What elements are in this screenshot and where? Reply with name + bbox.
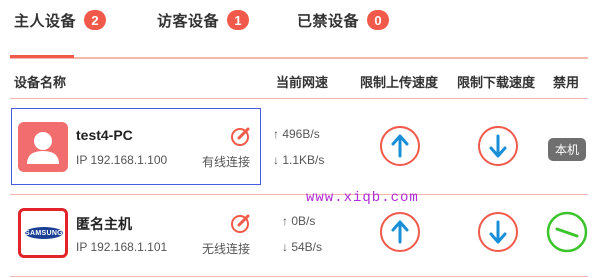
tab-count-badge: 1 [227,10,250,30]
device-connection-type: 无线连接 [202,242,251,256]
row-divider [10,194,588,195]
tab-owner-devices[interactable]: 主人设备 2 [14,8,107,32]
watermark: www.xiqb.com [306,190,419,206]
upload-limit-button[interactable] [379,125,421,167]
tab-count-badge: 0 [367,10,390,30]
tab-label: 访客设备 [157,12,220,30]
samsung-logo: SAMSUNG [25,227,63,239]
device-tabs: 主人设备 2 访客设备 1 已禁设备 0 [0,0,610,59]
edit-icon[interactable] [230,212,252,234]
column-header-download-limit: 限制下载速度 [457,75,536,90]
tabs-divider [10,57,588,59]
tab-count-badge: 2 [84,10,107,30]
row-divider [10,276,588,277]
tab-label: 已禁设备 [297,12,360,30]
upload-speed: ↑ 496B/s [273,127,320,141]
device-name: 匿名主机 [76,216,132,232]
device-ip: IP 192.168.1.100 [76,153,168,167]
download-limit-button[interactable] [477,125,519,167]
device-avatar: SAMSUNG [18,208,68,258]
edit-icon[interactable] [230,125,252,147]
upload-speed: ↑ 0B/s [282,214,316,228]
local-device-tag: 本机 [548,138,587,161]
ban-toggle-button[interactable] [546,211,588,253]
upload-limit-button[interactable] [379,211,421,253]
download-limit-button[interactable] [477,211,519,253]
device-avatar [18,122,68,172]
download-speed: ↓ 1.1KB/s [273,153,325,167]
column-header-device-name: 设备名称 [14,75,67,90]
device-connection-type: 有线连接 [202,155,251,169]
device-name: test4-PC [76,127,133,143]
active-tab-indicator [10,55,74,58]
tab-label: 主人设备 [14,12,77,30]
download-speed: ↓ 54B/s [282,240,323,254]
tab-guest-devices[interactable]: 访客设备 1 [157,8,250,32]
header-divider [10,98,588,99]
user-icon [27,132,59,164]
column-header-current-speed: 当前网速 [276,75,329,90]
device-ip: IP 192.168.1.101 [76,240,168,254]
tab-banned-devices[interactable]: 已禁设备 0 [297,8,390,32]
column-header-ban: 禁用 [553,75,580,90]
column-header-upload-limit: 限制上传速度 [360,75,439,90]
